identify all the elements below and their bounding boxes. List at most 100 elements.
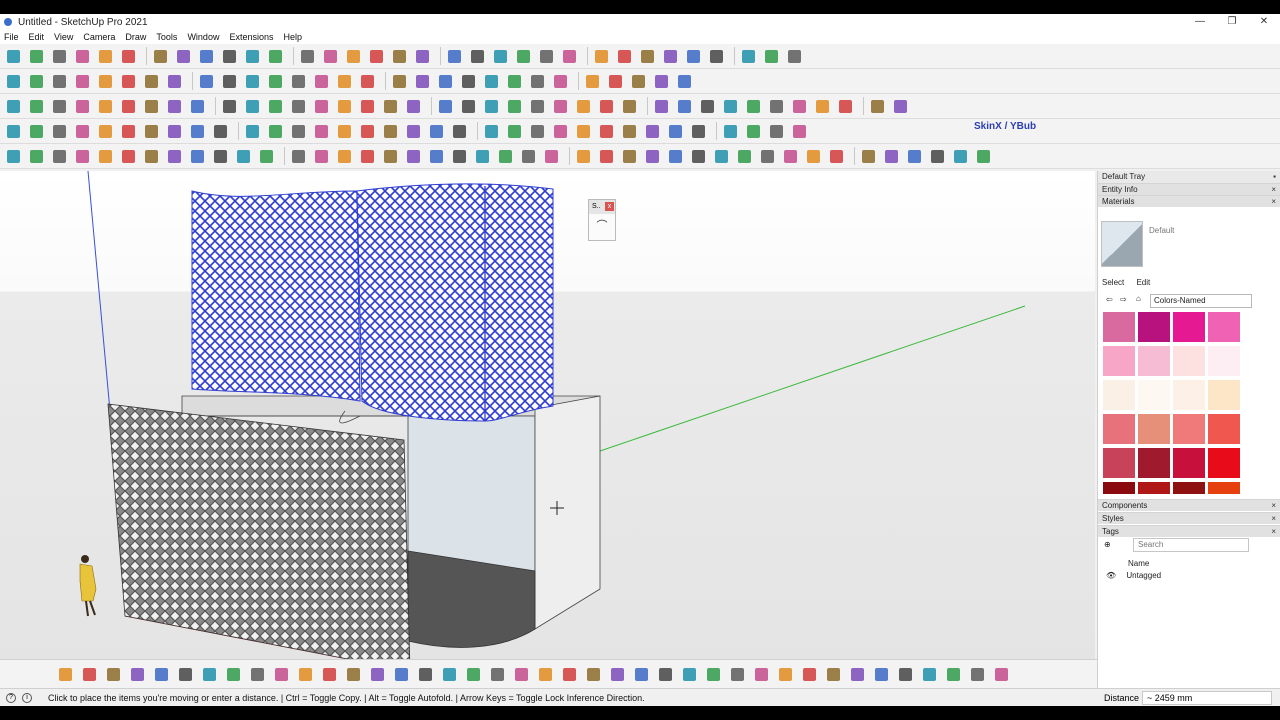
join-tool-button[interactable] [482, 72, 501, 91]
pencil-tool-button[interactable] [50, 47, 69, 66]
arc-tool-button[interactable] [50, 72, 69, 91]
add-tag-icon[interactable]: ⊕ [1104, 540, 1111, 549]
floor-tool-button[interactable] [358, 97, 377, 116]
b36-tool-button[interactable] [896, 665, 915, 684]
sphere-tool-button[interactable] [50, 97, 69, 116]
material-swatch[interactable] [1173, 312, 1205, 342]
grid-tool-button[interactable] [289, 72, 308, 91]
fredo19-tool-button[interactable] [427, 147, 446, 166]
fredo28-tool-button[interactable] [643, 147, 662, 166]
grid-tool-button[interactable] [459, 97, 478, 116]
fredo29-tool-button[interactable] [666, 147, 685, 166]
material-swatch[interactable] [1208, 482, 1240, 494]
b18-tool-button[interactable] [464, 665, 483, 684]
tab2-tool-button[interactable] [50, 122, 69, 141]
b39-tool-button[interactable] [968, 665, 987, 684]
follow-tool-button[interactable] [4, 72, 23, 91]
fredo38-tool-button[interactable] [882, 147, 901, 166]
3d-viewport[interactable]: S.. x ⌒ [0, 171, 1095, 673]
section-tool-button[interactable] [445, 47, 464, 66]
column-tool-button[interactable] [381, 97, 400, 116]
b14-tool-button[interactable] [368, 665, 387, 684]
wave-tool-button[interactable] [404, 122, 423, 141]
materials-select-tab[interactable]: Select [1102, 278, 1124, 287]
clover-tool-button[interactable] [721, 122, 740, 141]
protractor-tool-button[interactable] [266, 47, 285, 66]
spline-tool-button[interactable] [427, 122, 446, 141]
frame-tool-button[interactable] [574, 97, 593, 116]
trim-tool-button[interactable] [744, 97, 763, 116]
union-tool-button[interactable] [698, 97, 717, 116]
check-tool-button[interactable] [243, 122, 262, 141]
b35-tool-button[interactable] [872, 665, 891, 684]
skin-toolbar-label[interactable]: SkinX / YBub [972, 121, 1039, 132]
b29-tool-button[interactable] [728, 665, 747, 684]
fredo11-tool-button[interactable] [234, 147, 253, 166]
fillet-tool-button[interactable] [335, 72, 354, 91]
b3-tool-button[interactable] [104, 665, 123, 684]
material-swatch[interactable] [1208, 380, 1240, 410]
material-swatch[interactable] [1208, 312, 1240, 342]
fredo33-tool-button[interactable] [758, 147, 777, 166]
bolt-tool-button[interactable] [744, 122, 763, 141]
smoove-tool-button[interactable] [197, 72, 216, 91]
b28-tool-button[interactable] [704, 665, 723, 684]
b25-tool-button[interactable] [632, 665, 651, 684]
fredo5-tool-button[interactable] [96, 147, 115, 166]
door-tool-button[interactable] [266, 97, 285, 116]
menu-extensions[interactable]: Extensions [229, 32, 273, 42]
rotate-tool-button[interactable] [174, 47, 193, 66]
material-swatch[interactable] [1173, 380, 1205, 410]
stair-tool-button[interactable] [312, 97, 331, 116]
components-header[interactable]: Components [1102, 501, 1147, 510]
b33-tool-button[interactable] [824, 665, 843, 684]
layout-tool-button[interactable] [468, 47, 487, 66]
b17-tool-button[interactable] [440, 665, 459, 684]
home-icon[interactable]: ⌂ [1136, 294, 1141, 303]
play-tool-button[interactable] [537, 47, 556, 66]
mini-panel-close[interactable]: x [605, 202, 614, 211]
window-tool-button[interactable] [289, 97, 308, 116]
sandbox-tool-button[interactable] [165, 72, 184, 91]
material-swatch[interactable] [1173, 482, 1205, 494]
menu-file[interactable]: File [4, 32, 19, 42]
sq3-tool-button[interactable] [335, 122, 354, 141]
paint-tool-button[interactable] [96, 47, 115, 66]
cone-tool-button[interactable] [96, 97, 115, 116]
arrow-blue-tool-button[interactable] [739, 47, 758, 66]
b20-tool-button[interactable] [512, 665, 531, 684]
pan-tool-button[interactable] [321, 47, 340, 66]
b2-tool-button[interactable] [80, 665, 99, 684]
fredo36-tool-button[interactable] [827, 147, 846, 166]
material-swatch[interactable] [1138, 346, 1170, 376]
material-swatch[interactable] [1103, 482, 1135, 494]
truss-tool-button[interactable] [436, 97, 455, 116]
material-library-dropdown[interactable]: Colors-Named [1150, 294, 1252, 308]
b12-tool-button[interactable] [320, 665, 339, 684]
sine-tool-button[interactable] [358, 122, 377, 141]
info-tool-button[interactable] [505, 72, 524, 91]
b16-tool-button[interactable] [416, 665, 435, 684]
info-tool-button[interactable] [868, 97, 887, 116]
fredo30-tool-button[interactable] [689, 147, 708, 166]
mail-tool-button[interactable] [836, 97, 855, 116]
material-swatch[interactable] [1208, 346, 1240, 376]
b30-tool-button[interactable] [752, 665, 771, 684]
mini-tool-panel[interactable]: S.. x ⌒ [588, 199, 616, 241]
push-tool-button[interactable] [27, 72, 46, 91]
settings-tool-button[interactable] [528, 72, 547, 91]
fredo27-tool-button[interactable] [620, 147, 639, 166]
entity-info-close-icon[interactable]: × [1271, 184, 1276, 195]
fredo3-tool-button[interactable] [50, 147, 69, 166]
block-side[interactable] [534, 395, 601, 630]
b32-tool-button[interactable] [800, 665, 819, 684]
fredo9-tool-button[interactable] [188, 147, 207, 166]
material-swatch[interactable] [1138, 414, 1170, 444]
lattice-wall-grey[interactable] [107, 403, 411, 672]
hook-tool-button[interactable] [574, 122, 593, 141]
close-dark-tool-button[interactable] [652, 72, 671, 91]
truss2-tool-button[interactable] [482, 97, 501, 116]
fredo10-tool-button[interactable] [211, 147, 230, 166]
material-swatch[interactable] [1103, 312, 1135, 342]
flip-tool-button[interactable] [266, 72, 285, 91]
